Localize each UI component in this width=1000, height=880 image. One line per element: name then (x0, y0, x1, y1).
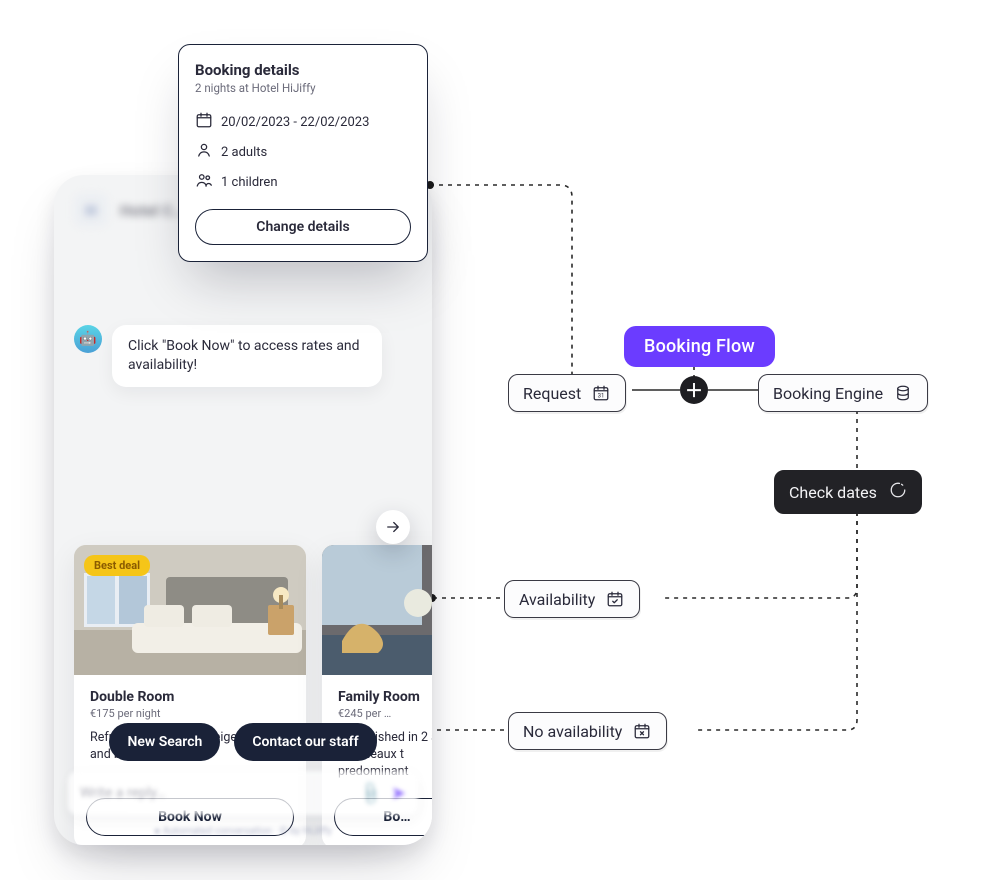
app-title: Hotel C… (120, 201, 185, 220)
room-photo (322, 545, 432, 675)
node-label: Availability (519, 590, 595, 609)
dates-row: 20/02/2023 - 22/02/2023 (195, 107, 411, 137)
booking-engine-node[interactable]: Booking Engine (758, 374, 928, 412)
children-value: 1 children (221, 175, 278, 190)
dates-value: 20/02/2023 - 22/02/2023 (221, 115, 369, 130)
brand-logo: H (74, 193, 108, 227)
reply-bar[interactable]: Write a reply… 📎 ➤ (68, 771, 418, 815)
calendar-check-icon (605, 589, 625, 609)
node-label: Booking Engine (773, 384, 883, 403)
room-price: €175 per night (90, 707, 290, 720)
svg-text:31: 31 (598, 393, 605, 400)
person-icon (195, 141, 213, 163)
availability-node[interactable]: Availability (504, 580, 640, 618)
room-name: Family Room (338, 689, 432, 705)
spinner-icon (889, 481, 907, 503)
footer-note: ● Automated conversation · © by HiJiffy (54, 826, 432, 837)
calendar-x-icon (632, 721, 652, 741)
booking-details-subtitle: 2 nights at Hotel HiJiffy (195, 81, 411, 95)
bot-avatar-icon: 🤖 (74, 325, 102, 353)
adults-row: 2 adults (195, 137, 411, 167)
add-node-button[interactable]: ＋ (680, 376, 708, 404)
change-details-button[interactable]: Change details (195, 209, 411, 245)
contact-staff-button[interactable]: Contact our staff (234, 723, 376, 761)
attachment-icon[interactable]: 📎 (357, 779, 384, 806)
adults-value: 2 adults (221, 145, 267, 160)
scroll-right-button[interactable] (376, 510, 410, 544)
booking-details-card: Booking details 2 nights at Hotel HiJiff… (178, 44, 428, 262)
bot-message: Click "Book Now" to access rates and ava… (112, 325, 382, 387)
request-node[interactable]: Request 31 (508, 374, 626, 412)
quick-actions-row: New Search Contact our staff (54, 723, 432, 761)
children-row: 1 children (195, 167, 411, 197)
booking-details-title: Booking details (195, 61, 411, 79)
room-name: Double Room (90, 689, 290, 705)
calendar-date-icon: 31 (591, 383, 611, 403)
node-label: Request (523, 384, 581, 403)
phone-preview: H Hotel C… 🤖 Click "Book Now" to access … (54, 175, 432, 845)
new-search-button[interactable]: New Search (109, 723, 220, 761)
step-label: Check dates (789, 483, 877, 502)
no-availability-node[interactable]: No availability (508, 712, 667, 750)
reply-placeholder: Write a reply… (80, 785, 351, 801)
calendar-icon (195, 111, 213, 133)
check-dates-step[interactable]: Check dates (774, 470, 922, 514)
send-icon[interactable]: ➤ (391, 783, 406, 804)
room-price: €245 per … (338, 707, 432, 720)
people-icon (195, 171, 213, 193)
database-icon (893, 383, 913, 403)
best-deal-badge: Best deal (84, 555, 150, 576)
flow-title: Booking Flow (624, 326, 775, 367)
node-label: No availability (523, 722, 622, 741)
